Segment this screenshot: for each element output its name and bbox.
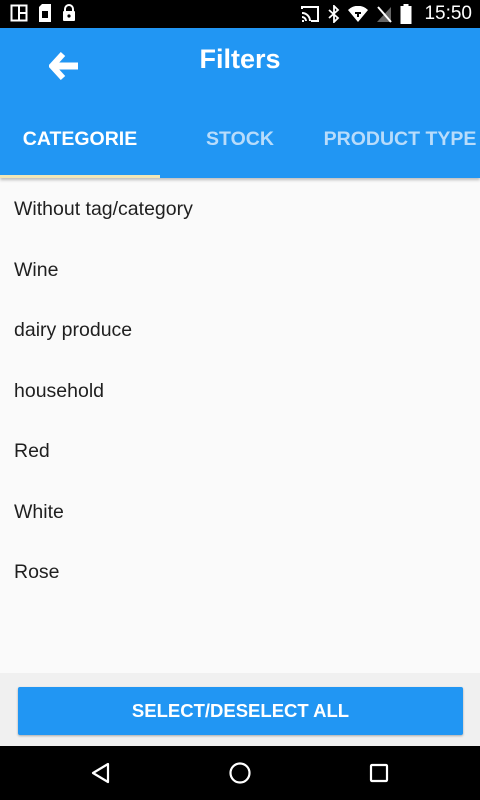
- category-list: Without tag/category Wine dairy produce …: [0, 179, 480, 603]
- list-item-household[interactable]: household: [0, 361, 480, 422]
- list-item-white[interactable]: White: [0, 482, 480, 543]
- lock-icon: [63, 4, 75, 21]
- list-item-wine[interactable]: Wine: [0, 240, 480, 301]
- nav-recents-button[interactable]: [367, 761, 391, 785]
- tab-indicator: [0, 175, 160, 178]
- system-nav-bar: [0, 746, 480, 800]
- wifi-icon: [348, 6, 369, 22]
- list-item-rose[interactable]: Rose: [0, 542, 480, 603]
- tab-stock[interactable]: STOCK: [160, 108, 320, 178]
- recents-square-icon: [369, 763, 389, 783]
- nav-home-button[interactable]: [228, 761, 252, 785]
- app-bar: Filters CATEGORIE STOCK PRODUCT TYPE: [0, 28, 480, 178]
- home-circle-icon: [229, 762, 251, 784]
- status-time: 15:50: [424, 3, 472, 24]
- back-triangle-icon: [91, 762, 110, 784]
- list-item-without-tag[interactable]: Without tag/category: [0, 179, 480, 240]
- cast-icon: [301, 6, 320, 22]
- tab-product-type[interactable]: PRODUCT TYPE: [320, 108, 480, 178]
- nav-back-button[interactable]: [89, 761, 113, 785]
- tab-bar: CATEGORIE STOCK PRODUCT TYPE: [0, 108, 480, 178]
- battery-icon: [400, 4, 412, 24]
- list-item-red[interactable]: Red: [0, 421, 480, 482]
- no-signal-icon: [377, 6, 393, 23]
- status-bar: 15:50: [0, 0, 480, 28]
- select-deselect-all-button[interactable]: SELECT/DESELECT ALL: [18, 687, 463, 735]
- sim-icon: [39, 4, 51, 22]
- list-item-dairy-produce[interactable]: dairy produce: [0, 300, 480, 361]
- bluetooth-icon: [328, 5, 340, 23]
- footer-panel: SELECT/DESELECT ALL: [0, 673, 480, 746]
- tab-categorie[interactable]: CATEGORIE: [0, 108, 160, 178]
- window-icon: [10, 4, 28, 22]
- page-title: Filters: [199, 44, 281, 74]
